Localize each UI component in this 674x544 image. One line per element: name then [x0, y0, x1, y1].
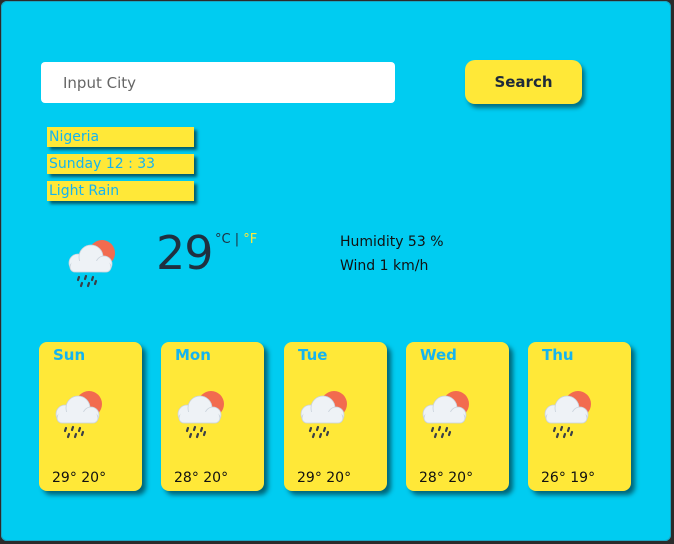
forecast-temps: 29° 20°: [297, 470, 352, 486]
wind-text: Wind 1 km/h: [340, 258, 429, 274]
city-search-input[interactable]: [41, 62, 395, 103]
forecast-temps: 28° 20°: [174, 470, 229, 486]
humidity-text: Humidity 53 %: [340, 234, 444, 250]
forecast-day: Mon: [175, 346, 211, 364]
sun-cloud-rain-icon: [173, 388, 229, 440]
sun-cloud-rain-icon: [296, 388, 352, 440]
forecast-card-tue[interactable]: Tue 29° 20°: [284, 342, 387, 491]
celsius-toggle[interactable]: °C: [215, 232, 231, 247]
day-time-label: Sunday 12 : 33: [47, 154, 194, 174]
sun-cloud-rain-icon: [64, 237, 120, 289]
forecast-card-wed[interactable]: Wed 28° 20°: [406, 342, 509, 491]
search-button[interactable]: Search: [465, 60, 582, 104]
current-temperature: 29: [156, 226, 214, 280]
unit-toggle: °C | °F: [215, 232, 257, 247]
forecast-card-mon[interactable]: Mon 28° 20°: [161, 342, 264, 491]
forecast-temps: 26° 19°: [541, 470, 596, 486]
forecast-day: Tue: [298, 346, 328, 364]
sun-cloud-rain-icon: [540, 388, 596, 440]
forecast-temps: 29° 20°: [52, 470, 107, 486]
forecast-day: Wed: [420, 346, 457, 364]
forecast-day: Sun: [53, 346, 86, 364]
sun-cloud-rain-icon: [51, 388, 107, 440]
condition-label: Light Rain: [47, 181, 194, 201]
sun-cloud-rain-icon: [418, 388, 474, 440]
forecast-card-thu[interactable]: Thu 26° 19°: [528, 342, 631, 491]
forecast-temps: 28° 20°: [419, 470, 474, 486]
forecast-card-sun[interactable]: Sun 29° 20°: [39, 342, 142, 491]
forecast-day: Thu: [542, 346, 574, 364]
unit-separator: |: [234, 232, 240, 247]
weather-metrics: Humidity 53 % Wind 1 km/h: [340, 230, 444, 278]
weather-app: Search Nigeria Sunday 12 : 33 Light Rain: [1, 1, 671, 541]
fahrenheit-toggle[interactable]: °F: [243, 232, 257, 247]
country-label: Nigeria: [47, 127, 194, 147]
